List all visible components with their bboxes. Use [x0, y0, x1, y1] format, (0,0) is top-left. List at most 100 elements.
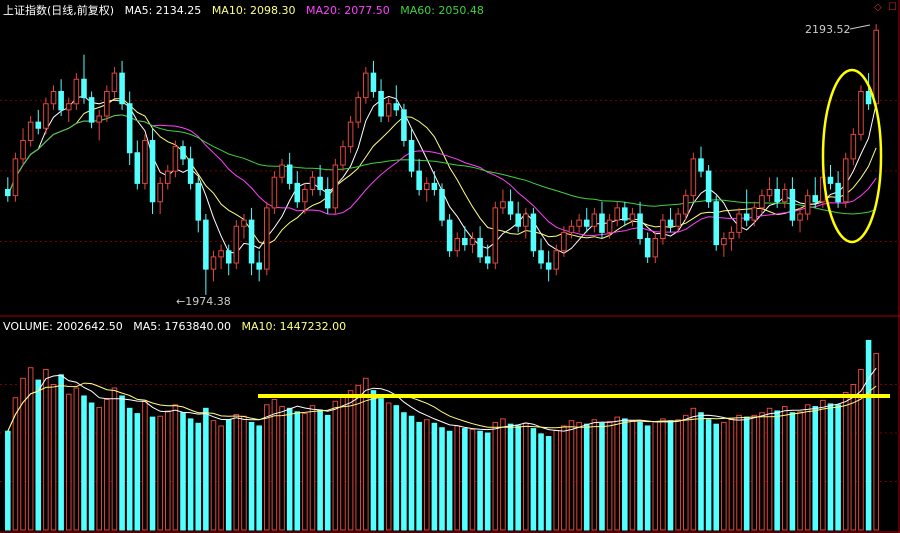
candle-body — [340, 146, 346, 166]
volume-bar — [629, 420, 636, 531]
candle-body — [804, 195, 811, 215]
volume-bar — [705, 419, 712, 531]
volume-bar — [827, 403, 834, 531]
volume-bar — [5, 430, 11, 531]
candle-body — [523, 213, 529, 227]
volume-bar — [241, 415, 247, 531]
diamond-icon[interactable]: ◇ — [874, 2, 882, 13]
volume-bar — [393, 405, 400, 531]
volume-bar — [347, 390, 354, 531]
candle-body — [81, 78, 87, 99]
candle-body — [637, 213, 643, 239]
price-header: 上证指数(日线,前复权) MA5: 2134.25 MA10: 2098.30 … — [3, 2, 491, 18]
volume-bar — [835, 404, 841, 531]
volume-bar — [538, 433, 544, 531]
candle-body — [583, 219, 590, 227]
candles — [5, 24, 879, 295]
volume-bar — [858, 369, 864, 531]
candle-body — [454, 238, 461, 252]
volume-bar — [355, 384, 361, 531]
candle-body — [781, 189, 788, 203]
candle-body — [698, 158, 704, 172]
candle-body — [271, 176, 278, 209]
volume-bar — [439, 427, 445, 531]
candle-body — [667, 219, 674, 227]
volume-bar — [27, 367, 34, 531]
volume-bar — [637, 421, 643, 531]
volume-bar — [873, 352, 879, 531]
volume-bar — [187, 418, 194, 531]
volume-bar — [210, 420, 217, 531]
volume-bar — [462, 428, 468, 531]
candle-body — [225, 250, 232, 264]
candle-body — [614, 207, 620, 221]
candle-body — [65, 103, 72, 111]
volume-bar — [309, 405, 316, 531]
candle-body — [187, 158, 194, 184]
candle-body — [644, 238, 651, 258]
volume-bar — [561, 425, 567, 531]
volume-bar — [766, 407, 773, 531]
candle-body — [622, 207, 628, 221]
candle-body — [599, 213, 605, 233]
candle-body — [469, 238, 476, 246]
candle-body — [507, 201, 514, 215]
close-icon[interactable]: ☐ — [888, 2, 897, 13]
candle-body — [858, 91, 864, 135]
candle-body — [705, 170, 712, 203]
volume-bar — [385, 402, 392, 531]
volume-bar — [804, 404, 811, 531]
candle-body — [50, 91, 57, 105]
volume-bar — [203, 407, 209, 531]
candle-body — [629, 213, 636, 221]
volume-bar — [583, 423, 590, 531]
ma20-label: MA20: 2077.50 — [306, 4, 390, 17]
candle-body — [172, 146, 179, 172]
candle-body — [721, 238, 727, 246]
candle-body — [96, 115, 103, 123]
candle-body — [423, 182, 430, 190]
candle-body — [416, 170, 422, 190]
volume-bar — [218, 425, 224, 531]
ma5-label: MA5: 2134.25 — [124, 4, 202, 17]
volume-header: VOLUME: 2002642.50 MA5: 1763840.00 MA10:… — [3, 320, 353, 333]
volume-bar — [500, 418, 506, 531]
volume-bar — [142, 400, 148, 531]
volume-bar — [50, 384, 57, 531]
candle-body — [530, 213, 537, 252]
candle-body — [568, 225, 575, 233]
volume-bar — [446, 430, 453, 531]
volume-bar — [119, 395, 125, 531]
volume-bar — [690, 407, 697, 531]
volume-bar — [774, 410, 780, 531]
candle-body — [286, 164, 293, 184]
candle-body — [812, 195, 819, 203]
candle-body — [355, 97, 361, 123]
volume-bar — [43, 369, 49, 531]
volume-bar — [743, 416, 750, 531]
ma60-label: MA60: 2050.48 — [400, 4, 484, 17]
volume-bars — [5, 339, 879, 531]
candle-body — [20, 140, 26, 160]
volume-bar — [850, 384, 857, 531]
candle-body — [233, 225, 240, 264]
candle-body — [401, 109, 407, 141]
volume-bar — [81, 395, 87, 531]
volume-bar — [667, 420, 674, 531]
volume-bar — [256, 425, 262, 531]
candle-body — [873, 29, 879, 105]
candle-body — [538, 250, 544, 264]
candle-body — [88, 97, 95, 123]
low-price-label: ←1974.38 — [176, 295, 231, 308]
candle-body — [294, 182, 301, 203]
candle-body — [462, 238, 468, 246]
candle-body — [713, 201, 720, 246]
volume-bar — [431, 422, 438, 531]
candle-body — [164, 170, 171, 184]
volume-bar — [302, 413, 308, 531]
candle-body — [477, 238, 483, 258]
candle-body — [111, 72, 118, 92]
volume-bar — [698, 412, 704, 531]
volume-bar — [88, 402, 95, 531]
volume-bar — [454, 425, 461, 531]
